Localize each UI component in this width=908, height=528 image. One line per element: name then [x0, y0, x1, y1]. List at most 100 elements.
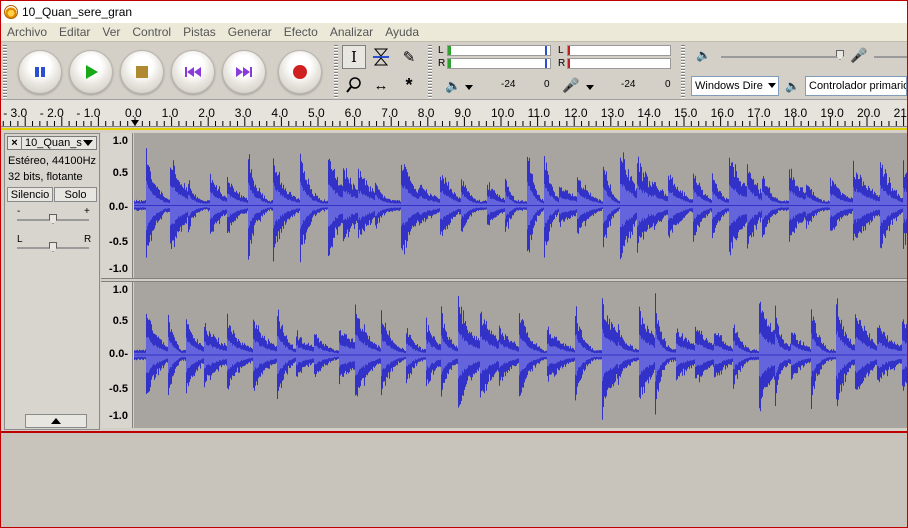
- play-meter-right[interactable]: [447, 58, 551, 69]
- record-icon: [293, 65, 307, 79]
- chevron-up-icon: [51, 418, 61, 424]
- menu-control[interactable]: Control: [126, 25, 177, 39]
- track-control-panel[interactable]: × 10_Quan_s Estéreo, 44100Hz 32 bits, fl…: [4, 133, 100, 430]
- input-volume-icon: 🎤: [850, 47, 868, 63]
- timeline-ruler[interactable]: - 3.0 - 2.0 - 1.0 0.0 1.0 2.0 3.0 4.0 5.0 6.0 7.0 8…: [1, 100, 907, 127]
- record-button[interactable]: [278, 50, 322, 94]
- scale-zero: 0.0-: [109, 201, 128, 213]
- skip-start-button[interactable]: [171, 50, 215, 94]
- magnifier-icon: [346, 77, 361, 93]
- solo-button[interactable]: Solo: [54, 187, 97, 202]
- tools-grip[interactable]: [334, 44, 338, 98]
- waveform-right-svg: [134, 293, 907, 420]
- scale-neg-half: -0.5: [109, 383, 128, 395]
- output-device-select[interactable]: Controlador primario: [805, 76, 907, 96]
- mixer-grip[interactable]: [681, 44, 685, 98]
- audacity-headphones-icon: [4, 5, 18, 19]
- menu-analizar[interactable]: Analizar: [324, 25, 379, 39]
- host-select[interactable]: Windows Dire: [691, 76, 779, 96]
- rec-meter-left-label: L: [558, 45, 564, 56]
- track-format: Estéreo, 44100Hz: [8, 155, 97, 167]
- close-icon[interactable]: ×: [8, 137, 22, 149]
- menu-editar[interactable]: Editar: [53, 25, 96, 39]
- envelope-icon: [373, 48, 389, 66]
- ruler-label: - 2.0: [40, 106, 64, 120]
- ruler-label: 17.0: [747, 106, 771, 120]
- scale-bottom: -1.0: [109, 263, 128, 275]
- ruler-label: 9.0: [454, 106, 471, 120]
- scale-neg-half: -0.5: [109, 236, 128, 248]
- track-name: 10_Quan_s: [25, 137, 82, 149]
- skip-end-button[interactable]: [222, 50, 266, 94]
- ibeam-icon: I: [351, 48, 357, 66]
- ruler-label: 13.0: [601, 106, 625, 120]
- draw-tool[interactable]: ✎: [397, 45, 421, 69]
- play-button[interactable]: [69, 50, 113, 94]
- pan-left-label: L: [17, 234, 23, 245]
- gain-slider[interactable]: [49, 214, 57, 224]
- mute-button[interactable]: Silencio: [7, 187, 53, 202]
- menu-pistas[interactable]: Pistas: [177, 25, 222, 39]
- scale-bottom: -1.0: [109, 410, 128, 422]
- output-volume-track[interactable]: [721, 56, 843, 58]
- chevron-down-icon: [83, 140, 93, 146]
- menu-efecto[interactable]: Efecto: [278, 25, 324, 39]
- asterisk-icon: *: [405, 74, 413, 95]
- output-volume-slider[interactable]: [836, 50, 844, 60]
- ruler-label: 0.0: [125, 106, 142, 120]
- track-area: × 10_Quan_s Estéreo, 44100Hz 32 bits, fl…: [1, 128, 907, 430]
- meter-grip[interactable]: [428, 44, 432, 98]
- audacity-window: 10_Quan_sere_gran Archivo Editar Ver Con…: [0, 0, 908, 528]
- play-tick-neg24: -24: [501, 79, 516, 90]
- empty-track-area[interactable]: [1, 431, 907, 527]
- menu-ver[interactable]: Ver: [96, 25, 126, 39]
- chevron-down-icon: [768, 83, 776, 88]
- play-meter-left[interactable]: [447, 45, 551, 56]
- play-meter-left-label: L: [438, 45, 444, 56]
- left-channel-waveform[interactable]: [134, 133, 907, 278]
- rec-tick-neg24: -24: [621, 79, 636, 90]
- collapse-track-button[interactable]: [25, 414, 87, 428]
- ruler-label: - 1.0: [76, 106, 100, 120]
- speaker-icon[interactable]: 🔈: [445, 78, 461, 94]
- right-channel-scale: 1.0 0.5 0.0- -0.5 -1.0: [101, 282, 133, 428]
- zoom-tool[interactable]: [342, 73, 366, 97]
- right-channel-waveform[interactable]: [134, 282, 907, 428]
- ruler-ticks: - 3.0 - 2.0 - 1.0 0.0 1.0 2.0 3.0 4.0 5.0 6.0 7.0 8…: [2, 106, 907, 126]
- left-channel-scale: 1.0 0.5 0.0- -0.5 -1.0: [101, 133, 133, 278]
- ruler-label: - 3.0: [3, 106, 27, 120]
- menu-archivo[interactable]: Archivo: [1, 25, 53, 39]
- ruler-label: 11.0: [528, 106, 551, 120]
- ruler-label: 1.0: [162, 106, 179, 120]
- rec-meter-menu-arrow[interactable]: [586, 85, 594, 90]
- pan-slider[interactable]: [49, 242, 57, 252]
- play-meter-menu-arrow[interactable]: [465, 85, 473, 90]
- scale-top: 1.0: [112, 135, 128, 147]
- stop-icon: [136, 66, 148, 78]
- selection-tool[interactable]: I: [342, 45, 366, 69]
- ruler-label: 4.0: [271, 106, 288, 120]
- toolbar: I ✎ ↔ * L R L R 🔈 -24 0 🎤 -24 0 🔈 🎤 Wind…: [1, 42, 907, 100]
- microphone-icon[interactable]: 🎤: [562, 77, 579, 94]
- envelope-tool[interactable]: [369, 45, 393, 69]
- ruler-label: 8.0: [418, 106, 435, 120]
- stop-button[interactable]: [120, 50, 164, 94]
- ruler-label: 2.0: [198, 106, 215, 120]
- pause-button[interactable]: [18, 50, 62, 94]
- timeshift-tool[interactable]: ↔: [369, 73, 393, 97]
- play-tick-zero: 0: [544, 79, 550, 90]
- transport-grip[interactable]: [3, 44, 7, 98]
- rec-meter-right[interactable]: [567, 58, 671, 69]
- scale-top: 1.0: [112, 284, 128, 296]
- menu-ayuda[interactable]: Ayuda: [379, 25, 425, 39]
- title-bar: 10_Quan_sere_gran: [1, 1, 907, 23]
- rec-meter-left[interactable]: [567, 45, 671, 56]
- multi-tool[interactable]: *: [397, 73, 421, 97]
- ruler-label: 19.0: [820, 106, 844, 120]
- output-device-icon: 🔈: [785, 79, 800, 93]
- playhead-marker[interactable]: [131, 120, 139, 126]
- ruler-label: 15.0: [674, 106, 698, 120]
- track-name-menu[interactable]: × 10_Quan_s: [7, 136, 97, 150]
- menu-generar[interactable]: Generar: [222, 25, 278, 39]
- input-volume-track[interactable]: [874, 56, 907, 58]
